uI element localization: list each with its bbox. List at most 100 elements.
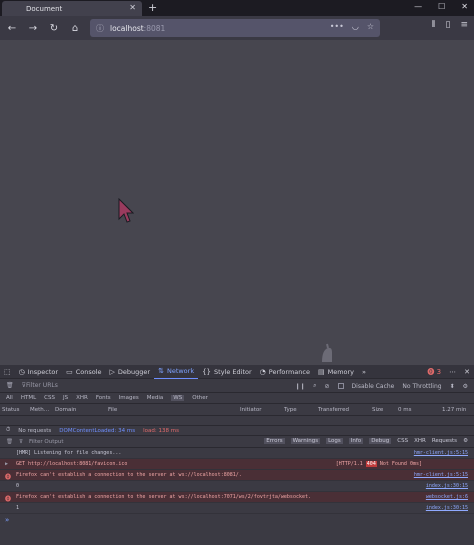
filter-js[interactable]: JS [63, 395, 68, 401]
memory-icon: ▤ [317, 367, 325, 376]
disable-cache-checkbox[interactable] [337, 383, 344, 389]
tab-network[interactable]: ⇅ Network [154, 365, 199, 379]
filter-xhr[interactable]: XHR [76, 395, 88, 401]
filter-output-input[interactable]: Filter Output [29, 439, 63, 445]
filter-css-messages[interactable]: CSS [397, 438, 408, 444]
tab-title: Document [26, 4, 63, 13]
load-time: load: 138 ms [143, 427, 179, 434]
filter-xhr-messages[interactable]: XHR [414, 438, 426, 444]
mouse-cursor-icon [118, 198, 134, 223]
console-input-prompt[interactable]: » [0, 514, 474, 526]
debugger-icon: ▷ [109, 367, 115, 376]
request-list [0, 416, 474, 425]
trash-icon[interactable]: 🗑 [6, 382, 14, 389]
tab-style-editor[interactable]: {} Style Editor [198, 365, 256, 379]
console-trash-icon[interactable]: 🗑 [6, 439, 13, 445]
devtools-close-icon[interactable]: ✕ [464, 368, 470, 376]
requests-icon: ⏱ [6, 427, 11, 433]
message-source-link[interactable]: index.js:30:15 [426, 505, 468, 511]
column-method[interactable]: Meth… [30, 407, 49, 413]
console-message: 1 index.js:30:15 [0, 503, 474, 514]
console-filters-right: Errors Warnings Logs Info Debug CSS XHR … [264, 438, 468, 444]
dom-content-loaded: DOMContentLoaded: 34 ms [59, 427, 136, 434]
column-initiator[interactable]: Initiator [240, 407, 261, 413]
level-errors[interactable]: Errors [264, 438, 285, 444]
disable-cache-label: Disable Cache [351, 382, 395, 390]
back-icon[interactable]: ← [3, 19, 21, 37]
site-info-icon[interactable]: ⓘ [96, 23, 104, 34]
url-bar[interactable]: ⓘ localhost:8081 ••• ◡ ☆ [90, 19, 380, 37]
error-icon: ⓿ [5, 474, 12, 481]
filter-html[interactable]: HTML [21, 395, 36, 401]
column-transferred[interactable]: Transferred [318, 407, 349, 413]
column-file[interactable]: File [108, 407, 117, 413]
window-close-icon[interactable]: ✕ [461, 2, 468, 11]
error-icon: ⓿ [427, 368, 435, 376]
block-icon[interactable]: ⊘ [325, 383, 330, 390]
title-bar: Document ✕ + — ☐ ✕ [0, 0, 474, 16]
console-settings-icon[interactable]: ⚙ [463, 438, 468, 444]
filter-requests-messages[interactable]: Requests [432, 438, 457, 444]
filter-all[interactable]: All [6, 395, 13, 401]
bookmark-star-icon[interactable]: ☆ [367, 22, 374, 31]
console-filter-icon: ⊽ [18, 438, 24, 445]
tab-inspector[interactable]: ◷ Inspector [15, 365, 62, 379]
devtools-toolbar-right: ⓿ 3 ⋯ ✕ [427, 367, 470, 377]
tab-memory[interactable]: ▤ Memory [314, 365, 358, 379]
level-warnings[interactable]: Warnings [290, 438, 321, 444]
tab-console[interactable]: ▭ Console [62, 365, 105, 379]
minimize-icon[interactable]: — [414, 2, 422, 11]
column-domain[interactable]: Domain [55, 407, 76, 413]
column-size[interactable]: Size [372, 407, 383, 413]
forward-icon[interactable]: → [24, 19, 42, 37]
home-icon[interactable]: ⌂ [66, 19, 84, 37]
message-source-link[interactable]: hmr-client.js:5:15 [414, 472, 468, 478]
library-icon[interactable]: ⫴ [432, 20, 436, 30]
filter-other[interactable]: Other [192, 395, 208, 401]
request-table-header: Status Meth… Domain File Initiator Type … [0, 404, 474, 416]
filter-media[interactable]: Media [147, 395, 164, 401]
tab-close-icon[interactable]: ✕ [129, 3, 136, 12]
column-status[interactable]: Status [2, 407, 20, 413]
column-type[interactable]: Type [284, 407, 297, 413]
filter-images[interactable]: Images [119, 395, 139, 401]
level-logs[interactable]: Logs [326, 438, 343, 444]
console-icon: ▭ [66, 367, 73, 376]
pocket-icon[interactable]: ◡ [352, 22, 359, 31]
chevron-down-icon[interactable]: ⬍ [450, 383, 455, 390]
browser-tab[interactable]: Document ✕ [2, 1, 142, 16]
filter-fonts[interactable]: Fonts [96, 395, 111, 401]
filter-urls-input[interactable]: Filter URLs [26, 382, 58, 389]
throttling-select[interactable]: No Throttling [402, 383, 441, 390]
message-source-link[interactable]: index.js:30:15 [426, 483, 468, 489]
pause-icon[interactable]: ❙❙ [295, 383, 305, 390]
url-text: localhost:8081 [110, 23, 166, 33]
new-tab-button[interactable]: + [148, 1, 157, 14]
request-type-filters: All HTML CSS JS XHR Fonts Images Media W… [0, 393, 474, 404]
expand-arrow-icon[interactable]: ▶ [5, 461, 8, 467]
devtools-toolbar: ⬚ ◷ Inspector ▭ Console ▷ Debugger ⇅ Network… [0, 365, 474, 379]
more-tools-icon[interactable]: » [358, 365, 370, 379]
filter-css[interactable]: CSS [44, 395, 55, 401]
console-error-message: ▶ GET http://localhost:8081/favicon.ico … [0, 459, 474, 470]
tab-debugger[interactable]: ▷ Debugger [106, 365, 155, 379]
menu-icon[interactable]: ≡ [460, 20, 468, 30]
more-options-icon[interactable]: ⋯ [449, 368, 456, 376]
tab-performance[interactable]: ◔ Performance [256, 365, 314, 379]
reload-icon[interactable]: ↻ [45, 19, 63, 37]
settings-icon[interactable]: ⚙ [463, 383, 468, 390]
level-debug[interactable]: Debug [369, 438, 392, 444]
message-source-link[interactable]: hmr-client.js:5:15 [414, 450, 468, 456]
page-actions-icon[interactable]: ••• [330, 22, 344, 31]
pick-element-icon[interactable]: ⬚ [0, 365, 15, 379]
page-viewport[interactable] [0, 40, 474, 365]
filter-ws[interactable]: WS [171, 395, 185, 401]
console-message: [HMR] Listening for file changes... hmr-… [0, 448, 474, 459]
error-count-badge[interactable]: ⓿ 3 [427, 367, 441, 377]
navigation-bar: ← → ↻ ⌂ ⓘ localhost:8081 ••• ◡ ☆ ⫴ ▯ ≡ [0, 16, 474, 40]
maximize-icon[interactable]: ☐ [438, 2, 445, 11]
search-icon[interactable]: ⌕ [313, 382, 316, 390]
level-info[interactable]: Info [348, 438, 364, 444]
message-source-link[interactable]: websocket.js:6 [426, 494, 468, 500]
sidebar-icon[interactable]: ▯ [446, 20, 451, 30]
